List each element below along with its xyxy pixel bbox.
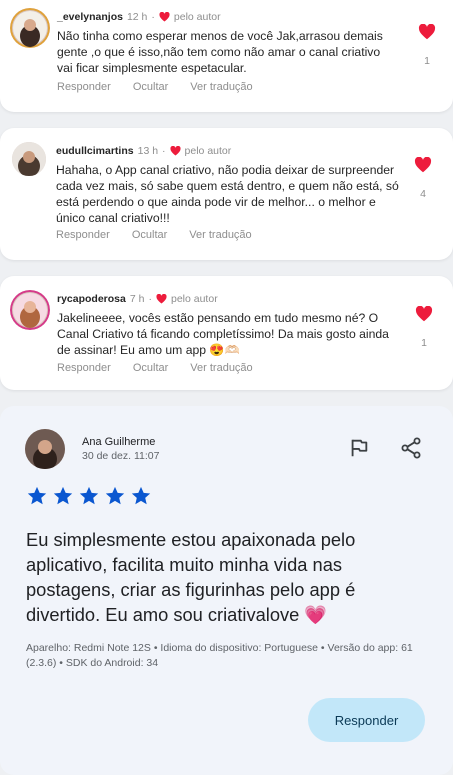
review-device-info: Aparelho: Redmi Note 12S • Idioma do dis… [26,642,413,669]
hide-link[interactable]: Ocultar [133,362,168,374]
reply-button[interactable]: Responder [308,698,425,742]
comment-actions: Responder Ocultar Ver tradução [57,81,253,93]
comment-actions: Responder Ocultar Ver tradução [56,229,252,241]
reply-link[interactable]: Responder [56,229,110,241]
comment-text: Hahaha, o App canal criativo, não podia … [56,163,399,225]
comment-text: Jakelineeee, vocês estão pensando em tud… [57,311,389,357]
comment-meta: rycapoderosa 7 h · pelo autor [57,293,218,305]
translate-link[interactable]: Ver tradução [189,229,251,241]
heart-icon [170,146,181,156]
like-control[interactable]: 1 [417,23,437,67]
comment-actions: Responder Ocultar Ver tradução [57,362,253,374]
author-badge: pelo autor [170,293,218,305]
comment-card: _evelynanjos 12 h · pelo autor Não tinha… [0,0,453,112]
star-icon [131,486,151,505]
star-rating [26,485,152,507]
heart-icon[interactable] [418,23,436,40]
share-icon[interactable] [399,436,423,460]
avatar[interactable] [10,8,50,48]
comment-time: 7 h [129,293,145,305]
review-text: Eu simplesmente estou apaixonada pelo ap… [26,529,356,625]
translate-link[interactable]: Ver tradução [190,81,252,93]
comment-username[interactable]: rycapoderosa [57,293,126,305]
reply-link[interactable]: Responder [57,362,111,374]
like-count: 1 [424,55,430,67]
comment-time: 12 h [126,11,148,23]
reply-link[interactable]: Responder [57,81,111,93]
author-badge: pelo autor [184,145,232,157]
heart-icon[interactable] [414,156,432,173]
hide-link[interactable]: Ocultar [132,229,167,241]
comment-username[interactable]: _evelynanjos [57,11,123,23]
avatar[interactable] [10,290,50,330]
heart-icon[interactable] [415,305,433,322]
like-count: 1 [421,337,427,349]
review-date: 30 de dez. 11:07 [82,450,160,462]
comment-meta: _evelynanjos 12 h · pelo autor [57,11,221,23]
star-icon [27,486,47,505]
star-icon [79,486,99,505]
comment-username[interactable]: eudullcimartins [56,145,134,157]
reviewer-avatar [25,429,65,469]
author-badge: pelo autor [173,11,221,23]
heart-icon [156,294,167,304]
star-icon [53,486,73,505]
separator: · [151,11,155,23]
comment-time: 13 h [137,145,159,157]
heart-icon [159,12,170,22]
avatar[interactable] [12,142,46,176]
comment-meta: eudullcimartins 13 h · pelo autor [56,145,231,157]
like-control[interactable]: 4 [413,156,433,200]
like-control[interactable]: 1 [414,305,434,349]
separator: · [148,293,152,305]
comment-card: eudullcimartins 13 h · pelo autor Hahaha… [0,128,453,260]
flag-icon[interactable] [348,437,370,459]
comment-card: rycapoderosa 7 h · pelo autor Jakelineee… [0,276,453,390]
like-count: 4 [420,188,426,200]
star-icon [105,486,125,505]
translate-link[interactable]: Ver tradução [190,362,252,374]
separator: · [162,145,166,157]
comment-text: Não tinha como esperar menos de você Jak… [57,29,383,75]
reviewer-name: Ana Guilherme [82,436,156,448]
hide-link[interactable]: Ocultar [133,81,168,93]
